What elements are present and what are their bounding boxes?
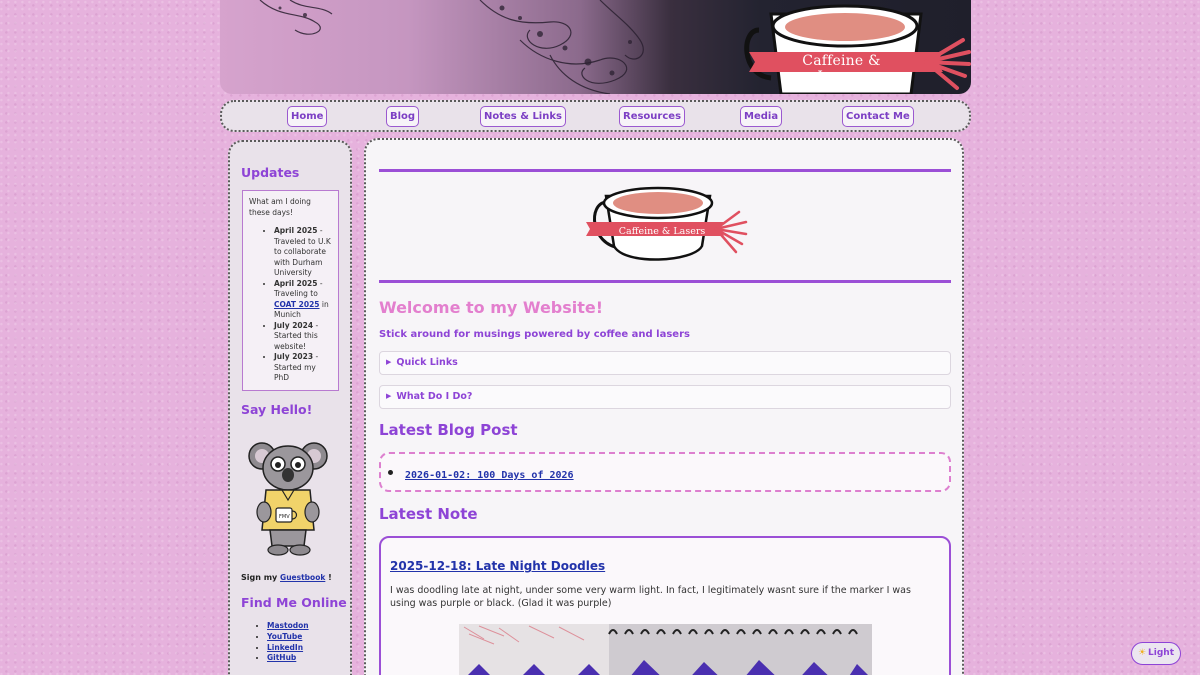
note-body: I was doodling late at night, under some…: [390, 585, 911, 609]
guestbook-line: Sign my Guestbook !: [241, 573, 332, 582]
divider-bottom: [379, 280, 951, 283]
update-item: July 2024 - Started this website!: [274, 321, 332, 353]
theme-toggle-button[interactable]: ☀ Light: [1131, 642, 1181, 665]
list-item: Mastodon: [267, 621, 309, 632]
guestbook-suffix: !: [325, 573, 332, 582]
triangle-right-icon: ▶: [386, 392, 392, 400]
main-navigation: Home Blog Notes & Links Resources Media …: [220, 100, 971, 132]
list-item: GitHub: [267, 653, 309, 664]
sidebar: Updates What am I doing these days! Apri…: [228, 140, 352, 675]
list-item: 2026-01-02: 100 Days of 2026: [405, 463, 574, 482]
update-date: April 2025: [274, 226, 318, 235]
updates-box: What am I doing these days! April 2025 -…: [242, 190, 339, 391]
latest-blog-list: 2026-01-02: 100 Days of 2026: [394, 463, 574, 482]
updates-list: April 2025 - Traveled to U.K to collabor…: [249, 226, 332, 384]
note-doodle-photo: [459, 624, 872, 675]
mastodon-link[interactable]: Mastodon: [267, 621, 309, 630]
note-title-link[interactable]: 2025-12-18: Late Night Doodles: [390, 559, 605, 573]
header-banner: Caffeine & Lasers: [220, 0, 971, 94]
latest-blog-link[interactable]: 2026-01-02: 100 Days of 2026: [405, 470, 574, 481]
triangle-right-icon: ▶: [386, 358, 392, 366]
welcome-heading: Welcome to my Website!: [379, 298, 604, 317]
update-item: July 2023 - Started my PhD: [274, 352, 332, 384]
nav-contact-button[interactable]: Contact Me: [842, 106, 914, 127]
update-date: July 2024: [274, 320, 314, 330]
nav-home-button[interactable]: Home: [287, 106, 328, 127]
nav-notes-links-button[interactable]: Notes & Links: [480, 106, 566, 127]
guestbook-prefix: Sign my: [241, 573, 281, 582]
nav-media-button[interactable]: Media: [740, 106, 783, 127]
divider-top: [379, 169, 951, 172]
list-item: YouTube: [267, 632, 309, 643]
main-content: Caffeine & Lasers Welcome to my Website!…: [364, 138, 964, 675]
guestbook-link[interactable]: Guestbook: [280, 573, 325, 582]
latest-note-box: 2025-12-18: Late Night Doodles I was doo…: [379, 536, 951, 675]
theme-toggle-label: Light: [1148, 648, 1175, 658]
latest-blog-box: 2026-01-02: 100 Days of 2026: [379, 452, 951, 492]
logo-title-text: Caffeine & Lasers: [618, 226, 706, 237]
update-date: July 2023: [274, 352, 314, 361]
list-item: LinkedIn: [267, 643, 309, 654]
updates-intro: What am I doing these days!: [249, 197, 311, 217]
doodle-photo-image: [459, 624, 872, 675]
quick-links-details[interactable]: ▶ Quick Links: [379, 351, 951, 375]
coffee-cup-logo: [586, 186, 748, 261]
updates-heading: Updates: [241, 165, 300, 180]
details-label: What Do I Do?: [396, 391, 473, 402]
koala-mug-label: FMV: [279, 514, 290, 520]
banner-site-title: Caffeine & Lasers: [802, 53, 881, 85]
tagline: Stick around for musings powered by coff…: [379, 329, 690, 340]
youtube-link[interactable]: YouTube: [267, 632, 302, 641]
say-hello-heading: Say Hello!: [241, 402, 313, 417]
koala-mascot-illustration: FMV: [248, 442, 328, 556]
nav-resources-button[interactable]: Resources: [619, 106, 686, 127]
linkedin-link[interactable]: LinkedIn: [267, 643, 303, 652]
coat-2025-link[interactable]: COAT 2025: [274, 300, 320, 309]
update-item: April 2025 - Traveled to U.K to collabor…: [274, 226, 332, 279]
find-me-heading: Find Me Online: [241, 595, 347, 610]
sun-icon: ☀: [1137, 648, 1147, 658]
github-link[interactable]: GitHub: [267, 653, 296, 662]
social-links-list: Mastodon YouTube LinkedIn GitHub: [254, 621, 309, 664]
latest-blog-heading: Latest Blog Post: [379, 421, 518, 439]
details-label: Quick Links: [396, 357, 458, 368]
latest-note-heading: Latest Note: [379, 505, 478, 523]
nav-blog-button[interactable]: Blog: [386, 106, 420, 127]
what-do-i-do-details[interactable]: ▶ What Do I Do?: [379, 385, 951, 409]
update-item: April 2025 - Traveling to COAT 2025 in M…: [274, 279, 332, 321]
update-date: April 2025: [274, 278, 318, 288]
